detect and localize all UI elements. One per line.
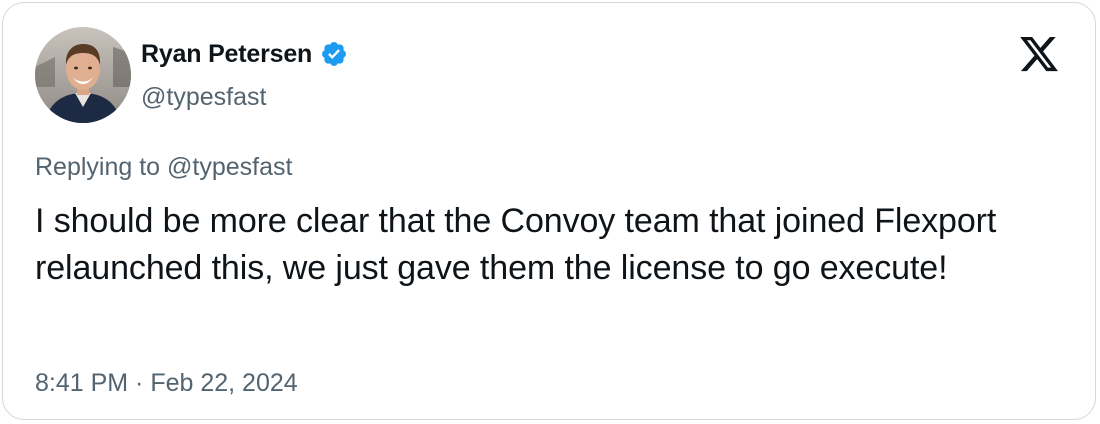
timestamp-date: Feb 22, 2024 <box>150 369 298 397</box>
timestamp-time: 8:41 PM <box>35 369 129 397</box>
reply-context[interactable]: Replying to @typesfast <box>35 151 292 183</box>
timestamp[interactable]: 8:41 PM · Feb 22, 2024 <box>35 367 298 399</box>
author-handle[interactable]: @typesfast <box>141 81 266 113</box>
author-name[interactable]: Ryan Petersen <box>141 40 312 69</box>
verified-badge-icon <box>320 40 348 68</box>
author-name-row: Ryan Petersen <box>141 36 348 72</box>
avatar[interactable] <box>35 27 131 123</box>
avatar-image <box>35 27 131 123</box>
tweet-card: Ryan Petersen @typesfast Replying to @ty… <box>2 2 1096 420</box>
x-logo-icon[interactable] <box>1017 33 1061 75</box>
tweet-text: I should be more clear that the Convoy t… <box>35 202 997 287</box>
timestamp-separator: · <box>128 369 151 397</box>
